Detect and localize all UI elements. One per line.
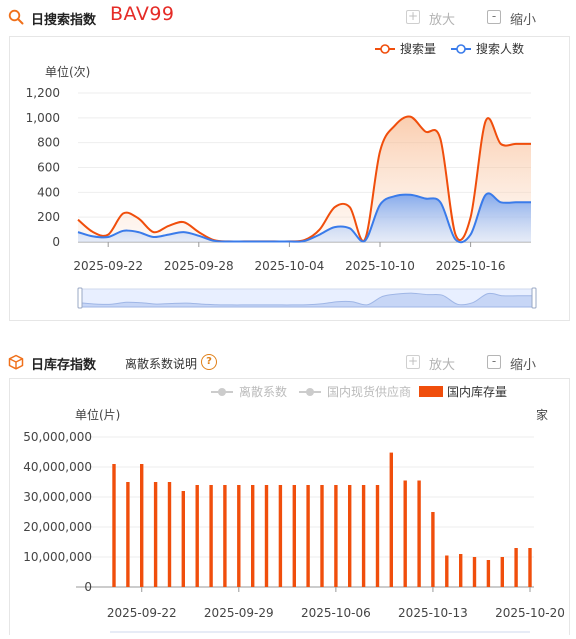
inventory-bar: [514, 548, 518, 587]
legend-item-searchers: 搜索人数: [451, 41, 524, 56]
inventory-bar: [181, 491, 185, 587]
inventory-bar: [417, 480, 421, 587]
inventory-bar: [431, 512, 435, 587]
legend-label: 国内库存量: [447, 384, 507, 399]
legend-label: 搜索量: [400, 41, 436, 56]
y-tick-label: 1,200: [26, 86, 60, 100]
x-tick-label: 2025-09-29: [204, 606, 274, 620]
x-tick-label: 2025-09-22: [73, 259, 143, 273]
right-axis-unit: 家: [536, 407, 548, 422]
inventory-bar: [140, 464, 144, 587]
x-tick-label: 2025-09-28: [164, 259, 234, 273]
inventory-bar: [153, 482, 158, 587]
inventory-bar: [209, 485, 213, 587]
legend-marker: [456, 44, 466, 54]
inventory-bar: [472, 557, 477, 587]
legend-marker: [306, 388, 314, 396]
search-index-title: 日搜索指数: [31, 13, 97, 28]
search-chart-frame: 搜索量 搜索人数单位(次) 0 200 400 600 800 1,000 1,200 2025-…: [9, 36, 570, 321]
x-tick-label: 2025-10-20: [495, 606, 565, 620]
y-tick-label: 600: [37, 161, 60, 175]
inventory-bar: [306, 485, 310, 587]
inventory-bar: [389, 452, 393, 587]
legend-swatch: [419, 386, 443, 397]
inventory-bar: [264, 485, 269, 587]
x-tick-label: 2025-10-04: [255, 259, 325, 273]
inventory-bar: [195, 485, 199, 587]
y-tick-label: 30,000,000: [23, 490, 92, 504]
x-tick-label: 2025-10-16: [436, 259, 506, 273]
inventory-bar: [403, 480, 407, 587]
y-tick-label: 800: [37, 136, 60, 150]
legend-label: 离散系数: [239, 384, 287, 399]
box-icon: [8, 354, 24, 370]
legend-marker: [380, 44, 390, 54]
plus-icon: +: [406, 354, 420, 369]
series-line-0: [77, 115, 531, 243]
minus-icon: -: [487, 355, 501, 369]
legend-item-1[interactable]: 国内现货供应商: [299, 384, 411, 399]
inventory-index-chart: 离散系数 国内现货供应商 国内库存量单位(片) 家 0 10,000,000 20,000,…: [23, 384, 565, 633]
x-tick-label: 2025-10-06: [301, 606, 371, 620]
minus-icon: -: [487, 10, 501, 24]
inventory-bar: [528, 548, 532, 587]
series-area-0: [78, 116, 531, 242]
inventory-bar: [334, 485, 338, 587]
y-tick-label: 20,000,000: [23, 520, 92, 534]
inventory-bar: [459, 554, 463, 587]
zoom-handle-left[interactable]: [77, 287, 83, 309]
search-icon: [8, 9, 24, 25]
inventory-bar: [486, 560, 491, 587]
inventory-index-title: 日库存指数: [31, 358, 97, 373]
y-tick-label: 50,000,000: [23, 430, 92, 444]
inventory-bar: [500, 557, 504, 587]
legend-item-2[interactable]: 国内库存量: [419, 384, 507, 399]
plus-icon: +: [406, 9, 420, 24]
inventory-bar: [251, 485, 255, 587]
y-tick-label: 200: [37, 210, 60, 224]
search-index-header: 日搜索指数 BAV99 + 放大 - 缩小: [0, 0, 576, 34]
inventory-bar: [167, 482, 172, 587]
inventory-bar: [126, 482, 130, 587]
inventory-bar: [375, 485, 380, 587]
legend-label: 搜索人数: [476, 41, 524, 56]
y-axis-unit: 单位(次): [45, 64, 90, 79]
inventory-bar: [445, 555, 449, 587]
y-tick-label: 0: [84, 580, 92, 594]
y-tick-label: 1,000: [26, 111, 60, 125]
inventory-bar: [320, 485, 324, 587]
series-line-1: [77, 192, 531, 244]
legend-marker: [218, 388, 226, 396]
inventory-bar: [223, 485, 227, 587]
inventory-bar: [292, 485, 296, 587]
y-tick-label: 0: [52, 235, 60, 249]
x-tick-label: 2025-10-10: [345, 259, 415, 273]
inventory-bar: [361, 485, 366, 587]
inventory-bar: [112, 464, 116, 587]
y-tick-label: 40,000,000: [23, 460, 92, 474]
inventory-bar: [237, 485, 241, 587]
dispersion-help-link[interactable]: 离散系数说明: [125, 355, 197, 372]
legend-item-0[interactable]: 离散系数: [211, 384, 287, 399]
search-index-chart: 搜索量 搜索人数单位(次) 0 200 400 600 800 1,000 1,200 2025-…: [26, 41, 537, 309]
inventory-bar: [348, 485, 352, 587]
legend-label: 国内现货供应商: [327, 384, 411, 399]
y-tick-label: 400: [37, 185, 60, 199]
x-tick-label: 2025-09-22: [107, 606, 177, 620]
inventory-chart-frame: 离散系数 国内现货供应商 国内库存量单位(片) 家 0 10,000,000 20,000,…: [9, 378, 570, 635]
y-axis-unit: 单位(片): [75, 407, 120, 422]
zoom-handle-right[interactable]: [531, 287, 537, 309]
help-icon[interactable]: ?: [201, 354, 217, 370]
part-number: BAV99: [110, 3, 175, 25]
inventory-index-header: 日库存指数 离散系数说明 ? + 放大 - 缩小: [0, 345, 576, 379]
y-tick-label: 10,000,000: [23, 550, 92, 564]
inventory-bar: [278, 485, 283, 587]
x-tick-label: 2025-10-13: [398, 606, 468, 620]
legend-item-search-volume: 搜索量: [375, 41, 436, 56]
